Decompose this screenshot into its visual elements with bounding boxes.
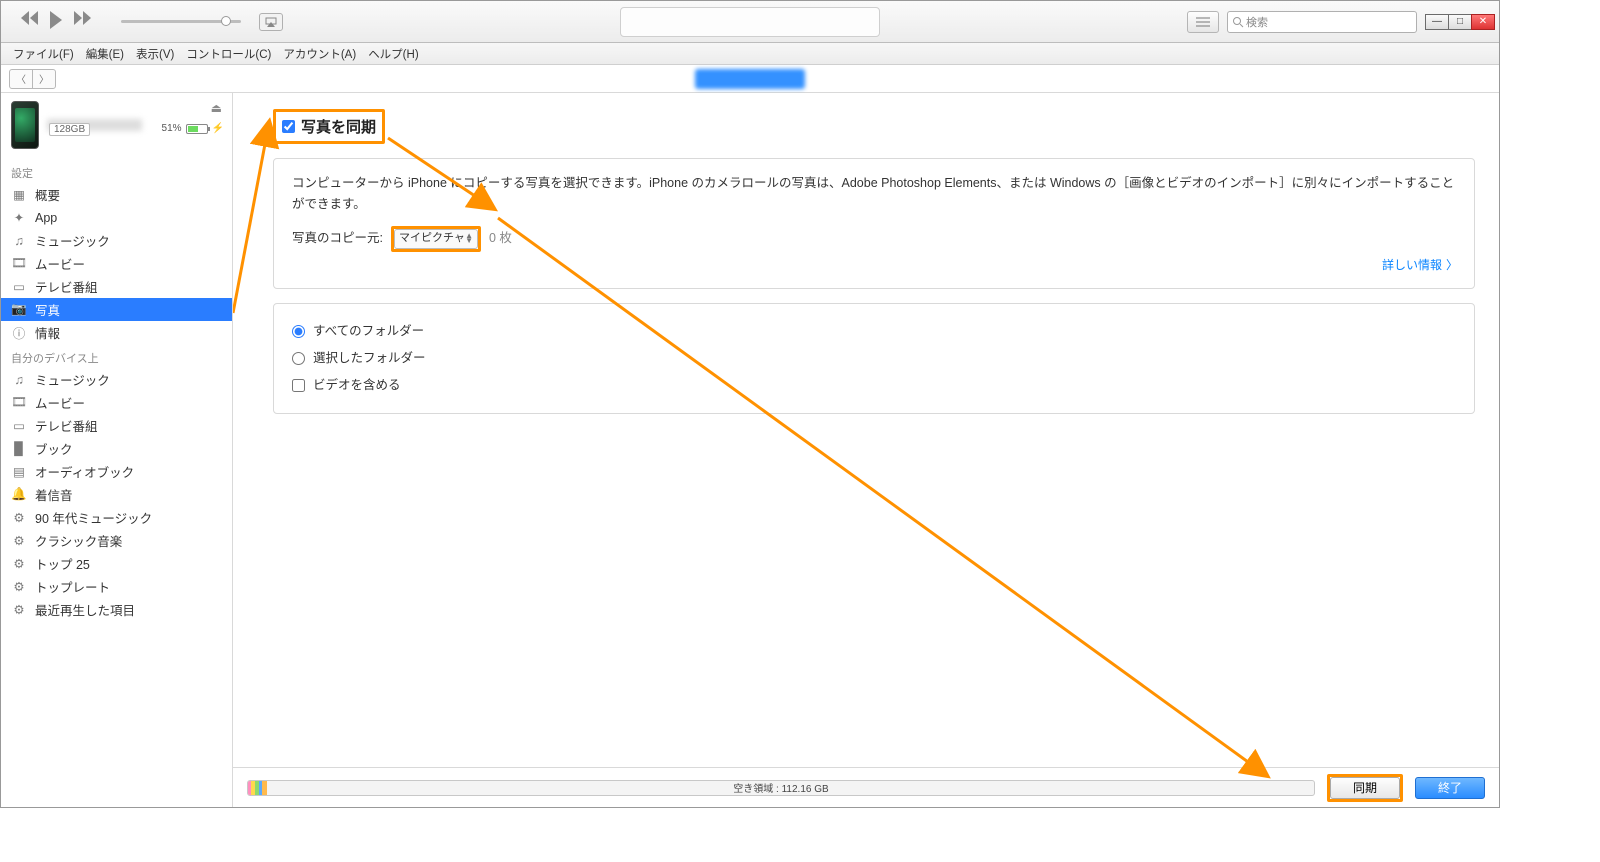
sidebar-item-photos[interactable]: 📷写真 [1, 298, 232, 321]
gear-icon: ⚙ [11, 603, 27, 617]
sync-photos-checkbox[interactable] [282, 120, 295, 133]
battery-indicator: 51% ⚡ [162, 123, 224, 134]
gear-icon: ⚙ [11, 557, 27, 571]
sidebar-item-info[interactable]: ⓘ情報 [1, 321, 232, 344]
search-icon [1232, 16, 1244, 28]
search-input[interactable]: 検索 [1227, 11, 1417, 33]
close-button[interactable]: ✕ [1471, 14, 1495, 30]
menu-bar: ファイル(F) 編集(E) 表示(V) コントロール(C) アカウント(A) ヘ… [1, 43, 1499, 65]
movie-icon: 🎞 [11, 396, 27, 410]
eject-button[interactable]: ⏏ [211, 101, 222, 115]
content-pane: 写真を同期 コンピューターから iPhone にコピーする写真を選択できます。i… [233, 93, 1499, 807]
chevron-right-icon: 〉 [1446, 255, 1458, 275]
nav-row: 〈 〉 [1, 65, 1499, 93]
gear-icon: ⚙ [11, 511, 27, 525]
sidebar-section-settings: 設定 [1, 159, 232, 183]
sidebar-item-ondevice-tones[interactable]: 🔔着信音 [1, 483, 232, 506]
storage-free-label: 空き領域 : 112.16 GB [733, 780, 828, 795]
storage-bar: 空き領域 : 112.16 GB [247, 780, 1315, 796]
source-select[interactable]: マイピクチャ ▲▼ [394, 229, 478, 249]
tv-icon: ▭ [11, 280, 27, 294]
minimize-button[interactable]: — [1425, 14, 1449, 30]
list-icon [1196, 17, 1210, 27]
device-header: ⏏ 128GB 51% ⚡ [1, 93, 232, 159]
option-selected-folders[interactable]: 選択したフォルダー [292, 345, 1456, 372]
select-arrows-icon: ▲▼ [465, 234, 473, 244]
volume-slider[interactable] [121, 20, 241, 23]
play-button[interactable] [50, 11, 62, 32]
device-capacity: 128GB [49, 123, 90, 136]
sidebar-item-ondevice-audio[interactable]: ▤オーディオブック [1, 460, 232, 483]
description-text: コンピューターから iPhone にコピーする写真を選択できます。iPhone … [292, 173, 1456, 216]
more-info-link[interactable]: 詳しい情報〉 [1382, 255, 1458, 275]
maximize-button[interactable]: □ [1448, 14, 1472, 30]
music-icon: ♫ [11, 234, 27, 248]
sidebar-item-ondevice-tv[interactable]: ▭テレビ番組 [1, 414, 232, 437]
player-toolbar: 検索 — □ ✕ [1, 1, 1499, 43]
device-name-pill[interactable] [695, 69, 805, 89]
option-all-folders[interactable]: すべてのフォルダー [292, 318, 1456, 345]
book-icon: ▉ [11, 442, 27, 456]
sidebar-item-music[interactable]: ♫ミュージック [1, 229, 232, 252]
charging-icon: ⚡ [212, 123, 224, 134]
sidebar-item-movies[interactable]: 🎞ムービー [1, 252, 232, 275]
sync-photos-checkbox-row[interactable]: 写真を同期 [276, 112, 382, 141]
sync-photos-label: 写真を同期 [301, 116, 376, 137]
sidebar-item-app[interactable]: ✦App [1, 206, 232, 229]
source-label: 写真のコピー元: [292, 228, 383, 249]
description-panel: コンピューターから iPhone にコピーする写真を選択できます。iPhone … [273, 158, 1475, 289]
photo-icon: 📷 [11, 303, 27, 317]
next-button[interactable] [74, 11, 91, 32]
sidebar-item-ondevice-toprate[interactable]: ⚙トップレート [1, 575, 232, 598]
info-icon: ⓘ [11, 326, 27, 340]
sidebar-item-ondevice-music[interactable]: ♫ミュージック [1, 368, 232, 391]
bottom-bar: 空き領域 : 112.16 GB 同期 終了 [233, 767, 1499, 807]
movie-icon: 🎞 [11, 257, 27, 271]
sidebar-item-summary[interactable]: ▦概要 [1, 183, 232, 206]
done-button[interactable]: 終了 [1415, 777, 1485, 799]
search-placeholder: 検索 [1246, 14, 1268, 30]
option-include-videos[interactable]: ビデオを含める [292, 372, 1456, 399]
sidebar-item-ondevice-books[interactable]: ▉ブック [1, 437, 232, 460]
airplay-button[interactable] [259, 13, 283, 31]
now-playing-display [620, 7, 880, 37]
device-thumbnail [11, 101, 39, 149]
battery-percent: 51% [162, 123, 182, 134]
sidebar-item-tv[interactable]: ▭テレビ番組 [1, 275, 232, 298]
gear-icon: ⚙ [11, 580, 27, 594]
previous-button[interactable] [21, 11, 38, 32]
sync-button[interactable]: 同期 [1330, 777, 1400, 799]
menu-view[interactable]: 表示(V) [132, 44, 178, 64]
sidebar-item-ondevice-90s[interactable]: ⚙90 年代ミュージック [1, 506, 232, 529]
photo-count: 0 枚 [489, 228, 512, 249]
source-select-value: マイピクチャ [399, 229, 465, 248]
forward-button[interactable]: 〉 [32, 69, 56, 89]
apps-icon: ✦ [11, 211, 27, 225]
sidebar-item-ondevice-classic[interactable]: ⚙クラシック音楽 [1, 529, 232, 552]
sidebar: ⏏ 128GB 51% ⚡ 設定 ▦概要 ✦App ♫ミュージック 🎞ムービー … [1, 93, 233, 807]
list-view-button[interactable] [1187, 11, 1219, 33]
menu-account[interactable]: アカウント(A) [279, 44, 360, 64]
sidebar-section-device: 自分のデバイス上 [1, 344, 232, 368]
summary-icon: ▦ [11, 188, 27, 202]
menu-help[interactable]: ヘルプ(H) [364, 44, 422, 64]
bell-icon: 🔔 [11, 488, 27, 502]
menu-controls[interactable]: コントロール(C) [182, 44, 275, 64]
menu-edit[interactable]: 編集(E) [82, 44, 128, 64]
options-panel: すべてのフォルダー 選択したフォルダー ビデオを含める [273, 303, 1475, 415]
sidebar-item-ondevice-recent[interactable]: ⚙最近再生した項目 [1, 598, 232, 621]
audiobook-icon: ▤ [11, 465, 27, 479]
sidebar-item-ondevice-movies[interactable]: 🎞ムービー [1, 391, 232, 414]
music-icon: ♫ [11, 373, 27, 387]
sidebar-item-ondevice-top25[interactable]: ⚙トップ 25 [1, 552, 232, 575]
back-button[interactable]: 〈 [9, 69, 33, 89]
tv-icon: ▭ [11, 419, 27, 433]
menu-file[interactable]: ファイル(F) [9, 44, 78, 64]
gear-icon: ⚙ [11, 534, 27, 548]
airplay-icon [265, 17, 277, 27]
